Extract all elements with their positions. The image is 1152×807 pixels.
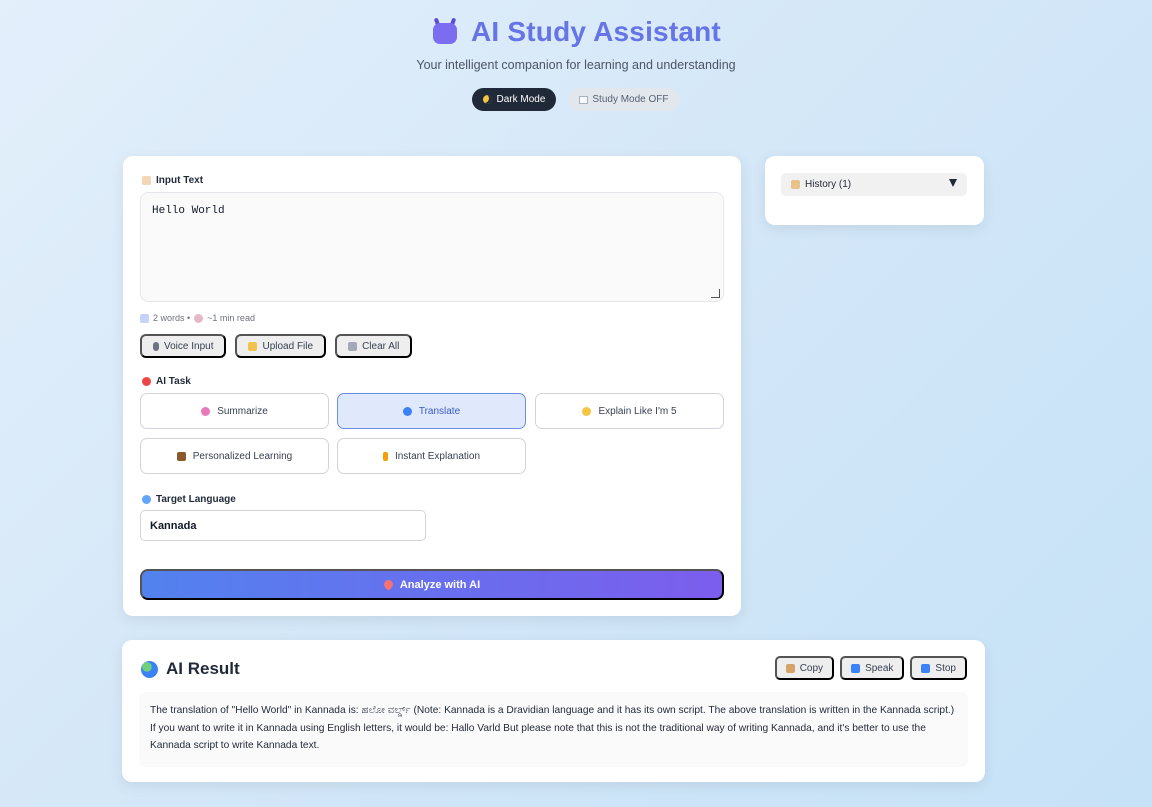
upload-file-label: Upload File [262,340,314,352]
brain-icon [201,406,211,416]
target-icon [142,377,151,386]
analyze-button-label: Analyze with AI [399,578,481,591]
book-icon [579,95,589,104]
lightning-icon [382,451,388,461]
text-meta: 2 words • ~1 min read [140,313,255,323]
result-card: AI Result Copy Speak Stop The translatio… [122,640,985,782]
app-title: AI Study Assistant [471,16,721,47]
copy-button[interactable]: Copy [774,656,835,680]
title-row: AI Study Assistant [0,16,1152,48]
task-personalized-learning-label: Personalized Learning [192,450,293,462]
clear-all-label: Clear All [362,340,400,352]
dark-mode-label: Dark Mode [496,94,546,105]
task-summarize-label: Summarize [217,405,268,417]
study-mode-toggle[interactable]: Study Mode OFF [568,88,680,111]
globe-mesh-icon [142,495,151,504]
task-instant-explanation[interactable]: Instant Explanation [337,438,526,474]
clipboard-icon [785,663,795,673]
ai-task-label-text: AI Task [156,376,191,387]
result-title: AI Result [141,659,240,679]
input-textarea[interactable]: Hello World [140,192,724,302]
globe-icon [141,660,158,678]
task-explain-like-5[interactable]: Explain Like I'm 5 [535,393,724,429]
word-count: 2 words • [153,313,191,323]
dark-mode-toggle[interactable]: Dark Mode [472,88,557,111]
target-language-label-text: Target Language [156,494,236,505]
copy-label: Copy [799,662,824,674]
target-language-label: Target Language [142,494,236,505]
resize-handle[interactable] [711,289,720,298]
result-text: The translation of "Hello World" in Kann… [139,692,968,767]
stop-icon [921,663,931,673]
clear-all-button[interactable]: Clear All [335,334,413,358]
input-tools: Voice Input Upload File Clear All [140,334,413,358]
moon-icon [483,95,493,104]
mode-toggles: Dark Mode Study Mode OFF [0,88,1152,111]
caret-down-icon [949,179,957,187]
history-toggle[interactable]: History (1) [781,173,967,196]
read-time: ~1 min read [207,313,255,323]
voice-input-button[interactable]: Voice Input [140,334,227,358]
input-text-label: Input Text [142,175,203,186]
voice-input-label: Voice Input [164,340,214,352]
scroll-icon [791,180,800,189]
result-actions: Copy Speak Stop [774,656,967,680]
folder-icon [248,341,258,351]
task-summarize[interactable]: Summarize [140,393,329,429]
task-explain-like-5-label: Explain Like I'm 5 [598,405,677,417]
rocket-icon [381,578,395,591]
speak-button[interactable]: Speak [840,656,905,680]
task-translate[interactable]: Translate [337,393,526,429]
history-label: History (1) [805,179,852,190]
history-card: History (1) [765,156,984,225]
result-title-text: AI Result [166,659,240,678]
input-card: Input Text Hello World 2 words • ~1 min … [123,156,741,616]
task-translate-label: Translate [418,405,461,417]
memo-icon [142,176,151,185]
upload-file-button[interactable]: Upload File [235,334,327,358]
target-language-input[interactable]: Kannada [140,510,426,541]
chart-icon [140,313,149,323]
trash-icon [348,341,358,351]
child-icon [582,406,592,416]
task-instant-explanation-label: Instant Explanation [394,450,481,462]
stop-button[interactable]: Stop [910,656,967,680]
task-personalized-learning[interactable]: Personalized Learning [140,438,329,474]
study-mode-label: Study Mode OFF [592,94,669,105]
ai-task-label: AI Task [142,376,191,387]
books-icon [176,451,186,461]
analyze-button[interactable]: Analyze with AI [140,569,724,600]
globe-icon [402,406,412,416]
robot-icon [431,17,459,46]
app-subtitle: Your intelligent companion for learning … [416,58,736,72]
stop-label: Stop [935,662,956,674]
play-icon [851,663,861,673]
stopwatch-icon [194,313,204,323]
input-textarea-value: Hello World [152,205,225,217]
speak-label: Speak [865,662,894,674]
microphone-icon [153,341,159,351]
input-text-label-text: Input Text [156,175,204,186]
